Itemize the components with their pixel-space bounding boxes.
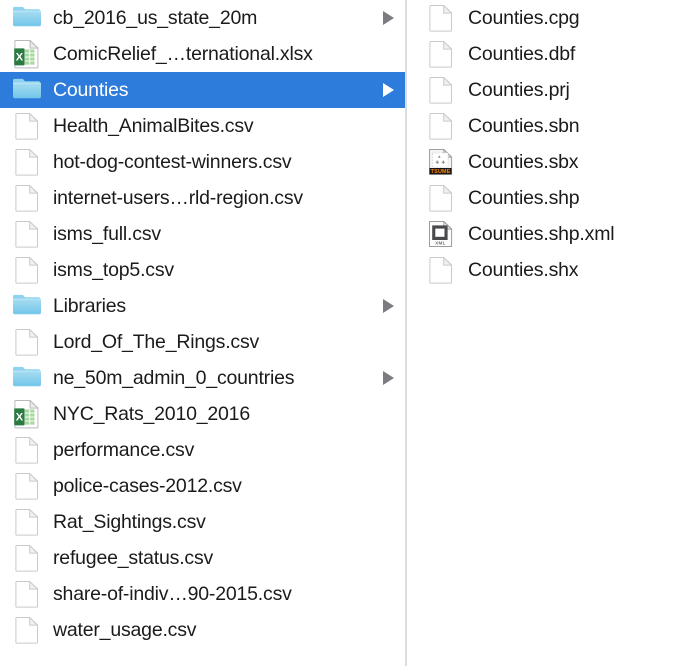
file-row[interactable]: internet-users…rld-region.csv (0, 180, 405, 216)
file-row[interactable]: XML Counties.shp.xml (407, 216, 684, 252)
svg-text:X: X (16, 52, 24, 64)
blank-document-icon (426, 255, 456, 285)
file-list-parent: cb_2016_us_state_20m X ComicRelief_…ternat… (0, 0, 405, 648)
file-row[interactable]: Counties.cpg (407, 0, 684, 36)
file-row[interactable]: water_usage.csv (0, 612, 405, 648)
item-label: Lord_Of_The_Rings.csv (53, 331, 260, 353)
item-label: Rat_Sightings.csv (53, 511, 206, 533)
blank-document-icon (12, 327, 42, 357)
file-row[interactable]: X ComicRelief_…ternational.xlsx (0, 36, 405, 72)
file-row[interactable]: Counties.sbn (407, 108, 684, 144)
blank-document-icon (12, 183, 42, 213)
blank-document-icon (426, 39, 456, 69)
item-label: ne_50m_admin_0_countries (53, 367, 295, 389)
blank-document-icon (12, 507, 42, 537)
finder-column-view: cb_2016_us_state_20m X ComicRelief_…ternat… (0, 0, 684, 666)
file-row[interactable]: isms_top5.csv (0, 252, 405, 288)
blank-document-icon (12, 255, 42, 285)
item-label: Counties.sbx (468, 151, 579, 173)
file-row[interactable]: X NYC_Rats_2010_2016 (0, 396, 405, 432)
file-row[interactable]: police-cases-2012.csv (0, 468, 405, 504)
item-label: hot-dog-contest-winners.csv (53, 151, 292, 173)
disclosure-triangle-icon[interactable] (383, 299, 394, 313)
blank-document-icon (12, 435, 42, 465)
file-row[interactable]: refugee_status.csv (0, 540, 405, 576)
item-label: performance.csv (53, 439, 195, 461)
disclosure-triangle-icon[interactable] (383, 83, 394, 97)
blank-document-icon (12, 219, 42, 249)
file-row[interactable]: performance.csv (0, 432, 405, 468)
file-row[interactable]: Counties.shx (407, 252, 684, 288)
file-row[interactable]: share-of-indiv…90-2015.csv (0, 576, 405, 612)
excel-icon: X (12, 39, 42, 69)
finder-column-parent[interactable]: cb_2016_us_state_20m X ComicRelief_…ternat… (0, 0, 405, 666)
file-row[interactable]: Counties.dbf (407, 36, 684, 72)
excel-icon: X (12, 399, 42, 429)
item-label: Counties.dbf (468, 43, 576, 65)
folder-row[interactable]: Libraries (0, 288, 405, 324)
file-row[interactable]: Health_AnimalBites.csv (0, 108, 405, 144)
file-row[interactable]: Counties.shp (407, 180, 684, 216)
item-label: Counties.shp.xml (468, 223, 615, 245)
item-label: Counties.shx (468, 259, 579, 281)
item-label: Counties (53, 79, 129, 101)
folder-row[interactable]: cb_2016_us_state_20m (0, 0, 405, 36)
tsume-document-icon: TSUME (426, 147, 456, 177)
folder-icon (12, 3, 42, 33)
item-label: isms_full.csv (53, 223, 161, 245)
blank-document-icon (426, 75, 456, 105)
disclosure-triangle-icon[interactable] (383, 11, 394, 25)
xml-document-icon: XML (426, 219, 456, 249)
item-label: Counties.cpg (468, 7, 580, 29)
item-label: Counties.sbn (468, 115, 580, 137)
folder-icon (12, 291, 42, 321)
file-list-counties: Counties.cpg Counties.dbf Counties.prj Coun… (407, 0, 684, 288)
blank-document-icon (426, 183, 456, 213)
folder-icon (12, 75, 42, 105)
item-label: water_usage.csv (53, 619, 197, 641)
folder-row[interactable]: Counties (0, 72, 405, 108)
file-row[interactable]: Lord_Of_The_Rings.csv (0, 324, 405, 360)
item-label: Counties.prj (468, 79, 570, 101)
file-row[interactable]: TSUME Counties.sbx (407, 144, 684, 180)
folder-icon (12, 363, 42, 393)
blank-document-icon (12, 543, 42, 573)
item-label: isms_top5.csv (53, 259, 174, 281)
item-label: Health_AnimalBites.csv (53, 115, 254, 137)
file-row[interactable]: Rat_Sightings.csv (0, 504, 405, 540)
blank-document-icon (12, 111, 42, 141)
item-label: police-cases-2012.csv (53, 475, 242, 497)
svg-text:XML: XML (435, 241, 446, 246)
item-label: cb_2016_us_state_20m (53, 7, 258, 29)
item-label: NYC_Rats_2010_2016 (53, 403, 250, 425)
item-label: Counties.shp (468, 187, 580, 209)
blank-document-icon (12, 615, 42, 645)
blank-document-icon (12, 147, 42, 177)
folder-row[interactable]: ne_50m_admin_0_countries (0, 360, 405, 396)
disclosure-triangle-icon[interactable] (383, 371, 394, 385)
svg-text:TSUME: TSUME (431, 169, 451, 175)
blank-document-icon (12, 471, 42, 501)
blank-document-icon (426, 111, 456, 141)
item-label: ComicRelief_…ternational.xlsx (53, 43, 313, 65)
file-row[interactable]: isms_full.csv (0, 216, 405, 252)
item-label: internet-users…rld-region.csv (53, 187, 303, 209)
item-label: share-of-indiv…90-2015.csv (53, 583, 292, 605)
blank-document-icon (426, 3, 456, 33)
file-row[interactable]: hot-dog-contest-winners.csv (0, 144, 405, 180)
svg-text:X: X (16, 412, 24, 424)
blank-document-icon (12, 579, 42, 609)
file-row[interactable]: Counties.prj (407, 72, 684, 108)
finder-column-counties[interactable]: Counties.cpg Counties.dbf Counties.prj Coun… (407, 0, 684, 666)
item-label: refugee_status.csv (53, 547, 214, 569)
item-label: Libraries (53, 295, 126, 317)
